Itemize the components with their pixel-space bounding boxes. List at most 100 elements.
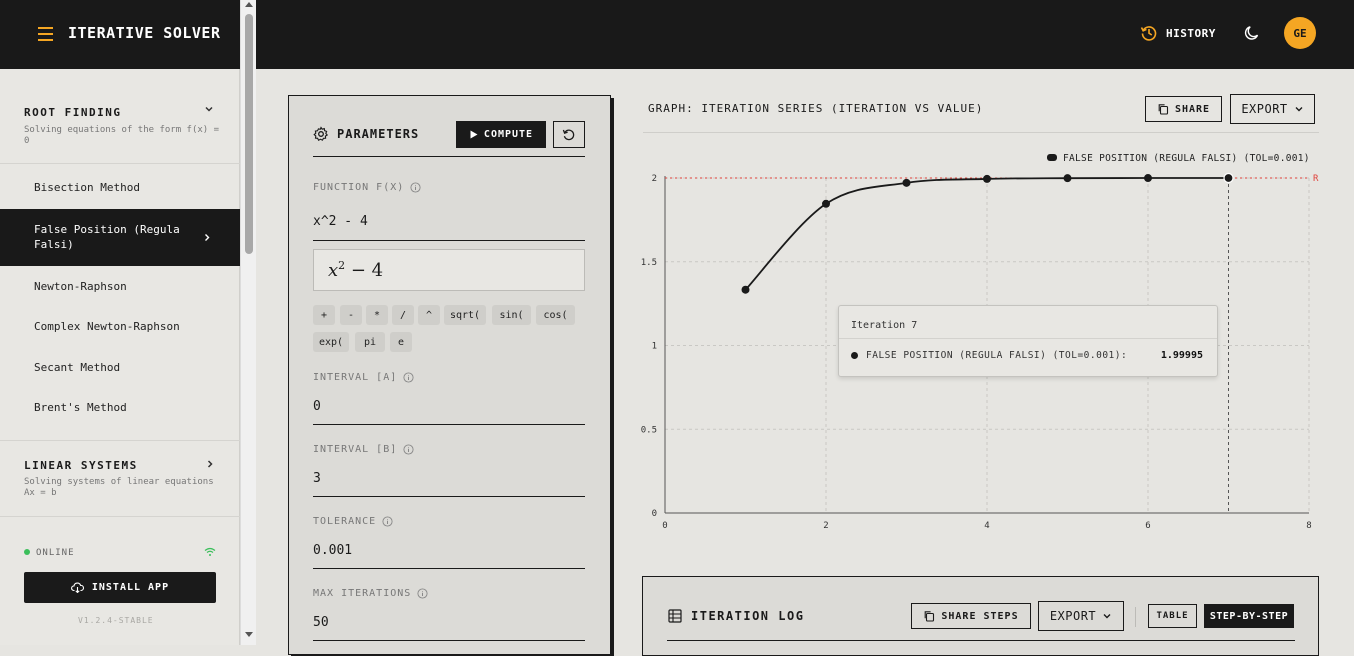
share-button[interactable]: SHARE <box>1145 96 1222 122</box>
table-icon <box>668 609 682 623</box>
chevron-down-icon[interactable] <box>204 104 214 114</box>
chart-tooltip: Iteration 7 FALSE POSITION (REGULA FALSI… <box>838 305 1218 377</box>
max-iterations-label-text: MAX ITERATIONS <box>313 588 412 599</box>
y-tick-label: 0.5 <box>641 425 657 435</box>
menu-icon[interactable] <box>38 27 53 41</box>
max-iterations-label: MAX ITERATIONS <box>313 588 428 599</box>
step-by-step-button[interactable]: STEP-BY-STEP <box>1204 604 1294 628</box>
chip-power[interactable]: ^ <box>418 305 440 325</box>
wifi-icon <box>204 547 216 556</box>
data-point <box>1063 174 1072 183</box>
sidebar-item-brent[interactable]: Brent's Method <box>0 401 240 414</box>
parameters-title: PARAMETERS <box>337 127 420 141</box>
interval-a-label-text: INTERVAL [A] <box>313 372 398 383</box>
top-bar: HISTORY GE <box>256 0 1354 69</box>
tooltip-divider <box>839 338 1217 339</box>
reset-button[interactable] <box>553 121 585 148</box>
sidebar-item-bisection[interactable]: Bisection Method <box>0 181 240 194</box>
tolerance-label-text: TOLERANCE <box>313 516 377 527</box>
log-export-button[interactable]: EXPORT <box>1038 601 1124 631</box>
table-view-button[interactable]: TABLE <box>1148 604 1197 628</box>
parameters-panel: PARAMETERS COMPUTE FUNCTION F(X) x^2 - 4… <box>288 95 611 655</box>
latex-rest: − 4 <box>345 260 384 281</box>
latex-base: x <box>328 260 339 281</box>
x-tick-label: 8 <box>1306 521 1311 531</box>
y-tick-label: 1 <box>652 342 657 352</box>
tolerance-label: TOLERANCE <box>313 516 393 527</box>
play-icon <box>470 130 478 139</box>
interval-b-label-text: INTERVAL [B] <box>313 444 398 455</box>
sidebar-item-false-position[interactable]: False Position (Regula Falsi) <box>0 209 240 266</box>
header-divider <box>313 156 585 157</box>
share-label: SHARE <box>1174 103 1211 115</box>
copy-icon <box>925 611 935 622</box>
info-icon[interactable] <box>410 182 421 193</box>
chip-e[interactable]: e <box>390 332 412 352</box>
info-icon[interactable] <box>403 444 414 455</box>
x-tick-label: 4 <box>984 521 989 531</box>
avatar[interactable]: GE <box>1284 17 1316 49</box>
toolbar-separator <box>1135 607 1136 627</box>
chip-cos[interactable]: cos( <box>536 305 575 325</box>
section-linear-systems-subtitle: Solving systems of linear equations Ax =… <box>24 477 214 498</box>
data-point <box>741 285 750 294</box>
tolerance-underline <box>313 568 585 569</box>
chip-divide[interactable]: / <box>392 305 414 325</box>
chip-exp[interactable]: exp( <box>313 332 349 352</box>
chip-multiply[interactable]: * <box>366 305 388 325</box>
chevron-right-icon[interactable] <box>205 459 215 469</box>
step-by-step-label: STEP-BY-STEP <box>1209 610 1289 622</box>
table-view-label: TABLE <box>1156 611 1189 621</box>
sidebar-item-secant[interactable]: Secant Method <box>0 361 240 374</box>
sidebar-scrollbar[interactable] <box>240 0 256 645</box>
max-iterations-underline <box>313 640 585 641</box>
x-tick-label: 6 <box>1145 521 1150 531</box>
log-export-label: EXPORT <box>1049 609 1097 623</box>
interval-a-input[interactable]: 0 <box>313 399 321 414</box>
section-root-finding-title[interactable]: ROOT FINDING <box>24 106 121 119</box>
iteration-log-title: ITERATION LOG <box>691 609 805 623</box>
compute-button[interactable]: COMPUTE <box>456 121 546 148</box>
interval-a-label: INTERVAL [A] <box>313 372 414 383</box>
cloud-download-icon <box>70 582 84 593</box>
legend-swatch <box>1047 154 1057 161</box>
chip-pi[interactable]: pi <box>355 332 385 352</box>
chip-sin[interactable]: sin( <box>492 305 531 325</box>
max-iterations-input[interactable]: 50 <box>313 615 329 630</box>
chip-plus[interactable]: + <box>313 305 335 325</box>
tooltip-series-dot <box>851 352 858 359</box>
data-point <box>902 178 911 187</box>
interval-b-input[interactable]: 3 <box>313 471 321 486</box>
history-button[interactable]: HISTORY <box>1140 24 1216 42</box>
sidebar: ITERATIVE SOLVER ROOT FINDING Solving eq… <box>0 0 240 645</box>
info-icon[interactable] <box>417 588 428 599</box>
chip-sqrt[interactable]: sqrt( <box>444 305 486 325</box>
install-app-button[interactable]: INSTALL APP <box>24 572 216 603</box>
chip-minus[interactable]: - <box>340 305 362 325</box>
history-icon <box>1140 26 1157 41</box>
section-linear-systems-title[interactable]: LINEAR SYSTEMS <box>24 459 138 472</box>
y-tick-label: 2 <box>652 174 657 184</box>
chevron-down-icon <box>1103 614 1111 619</box>
copy-icon <box>1158 104 1168 115</box>
share-steps-button[interactable]: SHARE STEPS <box>911 603 1031 629</box>
scroll-up-arrow-icon[interactable] <box>245 2 253 7</box>
info-icon[interactable] <box>382 516 393 527</box>
status-dot <box>24 549 30 555</box>
latex-preview: x2 − 4 <box>313 249 585 291</box>
info-icon[interactable] <box>403 372 414 383</box>
scroll-thumb[interactable] <box>245 14 253 254</box>
version-label: V1.2.4-STABLE <box>78 616 154 625</box>
tolerance-input[interactable]: 0.001 <box>313 543 352 558</box>
interval-b-underline <box>313 496 585 497</box>
sidebar-item-newton-raphson[interactable]: Newton-Raphson <box>0 280 240 293</box>
export-button[interactable]: EXPORT <box>1230 94 1315 124</box>
sidebar-item-complex-newton[interactable]: Complex Newton-Raphson <box>0 320 240 333</box>
scroll-down-arrow-icon[interactable] <box>245 632 253 637</box>
data-point <box>1223 172 1234 184</box>
divider <box>0 440 240 441</box>
function-input[interactable]: x^2 - 4 <box>313 214 368 229</box>
tooltip-series-row: FALSE POSITION (REGULA FALSI) (TOL=0.001… <box>851 350 1127 361</box>
moon-icon[interactable] <box>1243 24 1261 42</box>
legend-label: FALSE POSITION (REGULA FALSI) (TOL=0.001… <box>1063 153 1310 164</box>
